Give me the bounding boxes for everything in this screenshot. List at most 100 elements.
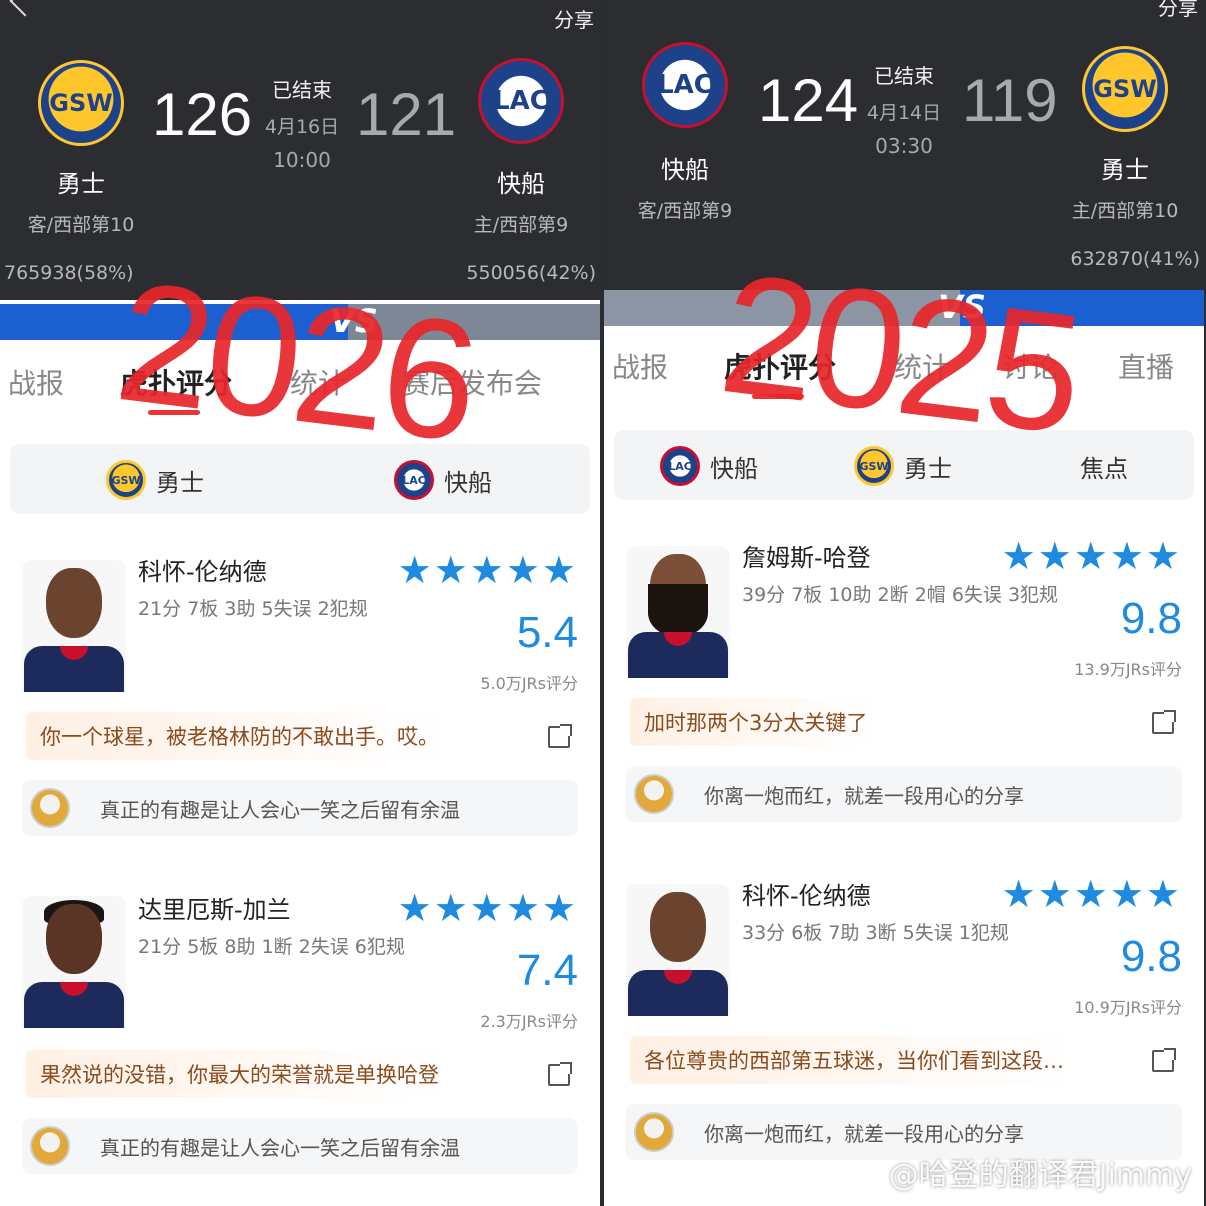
subtab-gsw-label: 勇士 [156, 468, 204, 497]
player-name: 詹姆斯-哈登 [742, 544, 871, 572]
away-score: 124 [758, 67, 859, 134]
avatar [30, 1126, 70, 1166]
game-time: 03:30 [875, 134, 933, 158]
home-score: 119 [962, 67, 1058, 134]
top-comment[interactable]: 果然说的没错，你最大的荣誉就是单换哈登 [26, 1050, 453, 1098]
away-support-votes: 765938(58%) [4, 262, 134, 284]
share-button[interactable]: 分享 [1158, 0, 1198, 21]
home-support-votes: 632870(41%) [1070, 248, 1200, 270]
rating-count: 10.9万JRs评分 [1074, 998, 1182, 1017]
tab-report[interactable]: 战报 [8, 362, 64, 402]
lac-mini-logo: LAC [660, 446, 700, 486]
rating-count: 5.0万JRs评分 [480, 674, 578, 693]
player-card[interactable]: 科怀-伦纳德 21分 7板 3助 5失误 2犯规 ★★★★★ 5.4 5.0万J… [8, 538, 592, 858]
player-stats: 33分 6板 7助 3断 5失误 1犯规 [742, 922, 1009, 944]
top-comment[interactable]: 加时那两个3分太关键了 [630, 698, 882, 746]
player-photo [22, 896, 126, 1028]
player-jersey [628, 970, 728, 1016]
player-jersey [24, 982, 124, 1028]
home-team-standing: 主/西部第10 [1071, 200, 1179, 222]
player-stats: 39分 7板 10助 2断 2帽 6失误 3犯规 [742, 584, 1059, 606]
subtab-lac-label: 快船 [710, 454, 758, 483]
reply-text: 你离一炮而红，就差一段用心的分享 [704, 1121, 1024, 1146]
lac-logo[interactable]: LAC [478, 58, 564, 144]
avatar [30, 788, 70, 828]
subtab-highlights-label: 焦点 [1080, 454, 1128, 483]
player-rating: 9.8 [1120, 932, 1182, 981]
reply-row[interactable]: 真正的有趣是让人会心一笑之后留有余温 [22, 1118, 578, 1174]
player-head [650, 892, 706, 962]
rating-count: 13.9万JRs评分 [1074, 660, 1182, 679]
player-card[interactable]: 詹姆斯-哈登 39分 7板 10助 2断 2帽 6失误 3犯规 ★★★★★ 9.… [612, 524, 1196, 844]
home-team-standing: 主/西部第9 [473, 214, 569, 236]
share-button[interactable]: 分享 [554, 4, 594, 33]
home-team-name: 快船 [497, 170, 545, 198]
game-time: 10:00 [273, 148, 331, 172]
player-stats: 21分 5板 8助 1断 2失误 6犯规 [138, 936, 405, 958]
away-team-name: 快船 [661, 156, 709, 184]
share-external-icon[interactable] [548, 724, 572, 748]
gsw-logo[interactable]: GSW [38, 60, 124, 146]
gsw-mini-logo: GSW [854, 446, 894, 486]
top-comment[interactable]: 你一个球星，被老格林防的不敢出手。哎。 [26, 712, 453, 760]
game-date: 4月14日 [866, 102, 942, 124]
gsw-logo-text: GSW [49, 89, 113, 117]
away-score: 126 [152, 81, 253, 148]
game-header: 分享 LAC 快船 客/西部第9 124 已结束 4月14日 03:30 119… [604, 0, 1204, 290]
reply-text: 真正的有趣是让人会心一笑之后留有余温 [100, 1135, 460, 1160]
player-jersey [24, 646, 124, 692]
gsw-mini-logo: GSW [106, 460, 146, 500]
player-name: 科怀-伦纳德 [138, 558, 267, 586]
reply-row[interactable]: 真正的有趣是让人会心一笑之后留有余温 [22, 780, 578, 836]
top-comment[interactable]: 各位尊贵的西部第五球迷，当你们看到这段… [630, 1036, 1078, 1084]
home-support-votes: 550056(42%) [466, 262, 596, 284]
share-external-icon[interactable] [548, 1062, 572, 1086]
left-panel-2026: 分享 GSW 勇士 客/西部第10 126 已结束 4月16日 10:00 12… [0, 0, 600, 1206]
player-rating: 7.4 [516, 946, 578, 995]
home-team-name: 勇士 [1101, 156, 1149, 184]
player-card[interactable]: 科怀-伦纳德 33分 6板 7助 3断 5失误 1犯规 ★★★★★ 9.8 10… [612, 862, 1196, 1182]
player-photo [626, 546, 730, 678]
gsw-logo-text: GSW [1093, 75, 1157, 103]
star-rating-icon[interactable]: ★★★★★ [1002, 872, 1182, 916]
star-rating-icon[interactable]: ★★★★★ [398, 886, 578, 930]
player-rating: 5.4 [516, 608, 578, 657]
home-score: 121 [356, 81, 457, 148]
player-jersey [628, 632, 728, 678]
star-rating-icon[interactable]: ★★★★★ [398, 548, 578, 592]
away-team-standing: 客/西部第9 [637, 200, 733, 222]
player-name: 达里厄斯-加兰 [138, 896, 291, 924]
reply-row[interactable]: 你离一炮而红，就差一段用心的分享 [626, 766, 1182, 822]
game-header: 分享 GSW 勇士 客/西部第10 126 已结束 4月16日 10:00 12… [0, 0, 600, 300]
avatar [634, 774, 674, 814]
player-head [46, 904, 102, 974]
player-photo [22, 560, 126, 692]
share-external-icon[interactable] [1152, 710, 1176, 734]
game-status: 已结束 [874, 64, 934, 88]
away-team-standing: 客/西部第10 [27, 214, 135, 236]
player-beard [648, 584, 708, 636]
share-external-icon[interactable] [1152, 1048, 1176, 1072]
lac-logo[interactable]: LAC [642, 42, 728, 128]
lac-logo-text: LAC [657, 70, 713, 100]
reply-text: 你离一炮而红，就差一段用心的分享 [704, 783, 1024, 808]
subtab-lac[interactable]: LAC 快船 [660, 446, 758, 486]
player-stats: 21分 7板 3助 5失误 2犯规 [138, 598, 368, 620]
subtab-gsw[interactable]: GSW 勇士 [106, 460, 204, 500]
subtab-highlights[interactable]: 焦点 [1080, 446, 1128, 486]
back-icon[interactable] [9, 0, 41, 17]
player-head [46, 568, 102, 638]
player-card[interactable]: 达里厄斯-加兰 21分 5板 8助 1断 2失误 6犯规 ★★★★★ 7.4 2… [8, 876, 592, 1196]
away-team-name: 勇士 [57, 170, 105, 198]
tab-live[interactable]: 直播 [1118, 346, 1174, 386]
star-rating-icon[interactable]: ★★★★★ [1002, 534, 1182, 578]
tab-report[interactable]: 战报 [612, 346, 668, 386]
game-date: 4月16日 [264, 116, 340, 138]
watermark: @哈登的翻译君Jimmy [888, 1158, 1192, 1193]
reply-text: 真正的有趣是让人会心一笑之后留有余温 [100, 797, 460, 822]
game-status: 已结束 [272, 78, 332, 102]
rating-count: 2.3万JRs评分 [480, 1012, 578, 1031]
gsw-logo[interactable]: GSW [1082, 46, 1168, 132]
avatar [634, 1112, 674, 1152]
player-name: 科怀-伦纳德 [742, 882, 871, 910]
